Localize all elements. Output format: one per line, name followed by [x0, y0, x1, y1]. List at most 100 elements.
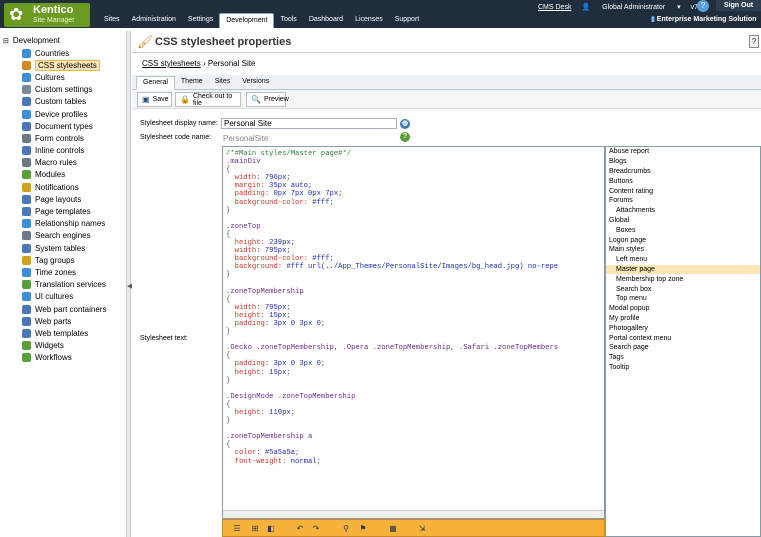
section-item-my-profile[interactable]: My profile [606, 314, 760, 324]
find-icon[interactable]: ⚲ [341, 523, 351, 534]
sidebar-item-relationship-names[interactable]: Relationship names [22, 218, 106, 230]
section-item-search-box[interactable]: Search box [606, 284, 760, 294]
globe-icon[interactable]: ◍ [400, 119, 410, 129]
code-token: ; [329, 198, 334, 207]
tab-general[interactable]: General [136, 76, 175, 90]
checkout-button[interactable]: 🔒 Check out to file [175, 92, 241, 107]
tab-theme[interactable]: Theme [175, 76, 209, 90]
code-token: ; [320, 319, 326, 328]
sidebar-item-document-types[interactable]: Document types [22, 120, 106, 132]
section-item-left-menu[interactable]: Left menu [606, 255, 760, 265]
sidebar-item-workflows[interactable]: Workflows [22, 352, 106, 364]
tabs: General Theme Sites Versions [136, 76, 275, 90]
menu-development[interactable]: Development [219, 13, 275, 28]
menu-tools[interactable]: Tools [274, 13, 302, 28]
split-view-icon[interactable]: ◧ [266, 523, 276, 534]
sidebar-item-countries[interactable]: Countries [22, 47, 106, 59]
sidebar-item-cultures[interactable]: Cultures [22, 71, 106, 83]
menu-settings[interactable]: Settings [182, 13, 219, 28]
menu-support[interactable]: Support [389, 13, 426, 28]
sidebar-item-web-part-containers[interactable]: Web part containers [22, 303, 106, 315]
section-item-forums[interactable]: Forums [606, 196, 760, 206]
sidebar-item-web-parts[interactable]: Web parts [22, 315, 106, 327]
paintbrush-icon [22, 60, 31, 70]
fullscreen-icon[interactable]: ⊞ [250, 523, 260, 534]
save-button[interactable]: ▣ Save [137, 92, 172, 107]
preview-button[interactable]: 🔍 Preview [246, 92, 289, 107]
kentico-logo[interactable]: ✿ Kentico Site Manager [4, 3, 90, 27]
sidebar-item-device-profiles[interactable]: Device profiles [22, 108, 106, 120]
section-item-search-page[interactable]: Search page [606, 343, 760, 353]
section-item-content-rating[interactable]: Content rating [606, 186, 760, 196]
section-item-buttons[interactable]: Buttons [606, 176, 760, 186]
section-item-photogallery[interactable]: Photogallery [606, 323, 760, 333]
section-item-global[interactable]: Global [606, 216, 760, 226]
code-token: padding: [226, 190, 274, 199]
sidebar-splitter[interactable]: ◀ [126, 31, 132, 537]
section-item-boxes[interactable]: Boxes [606, 225, 760, 235]
display-name-input[interactable] [221, 118, 397, 129]
sidebar-item-time-zones[interactable]: Time zones [22, 266, 106, 278]
user-menu[interactable]: 👤 Global Administrator ▾ [581, 3, 680, 11]
section-item-portal-context-menu[interactable]: Portal context menu [606, 333, 760, 343]
sidebar-item-page-layouts[interactable]: Page layouts [22, 193, 106, 205]
sidebar-item-custom-settings[interactable]: Custom settings [22, 84, 106, 96]
horizontal-scrollbar[interactable] [223, 510, 604, 518]
section-item-modal-popup[interactable]: Modal popup [606, 304, 760, 314]
replace-icon[interactable]: ⚑ [358, 523, 368, 534]
tab-sites[interactable]: Sites [209, 76, 237, 90]
sidebar-item-notifications[interactable]: Notifications [22, 181, 106, 193]
code-content[interactable]: /*#Main styles/Master page#*/.mainDiv{ w… [226, 150, 558, 466]
menu-administration[interactable]: Administration [126, 13, 182, 28]
section-item-tooltip[interactable]: Tooltip [606, 363, 760, 373]
sidebar-item-custom-tables[interactable]: Custom tables [22, 96, 106, 108]
sidebar-item-inline-controls[interactable]: Inline controls [22, 145, 106, 157]
menu-dashboard[interactable]: Dashboard [303, 13, 349, 28]
sidebar-item-css-stylesheets[interactable]: CSS stylesheets [22, 59, 106, 71]
tab-versions[interactable]: Versions [236, 76, 275, 90]
sidebar-item-search-engines[interactable]: Search engines [22, 230, 106, 242]
line-numbers-icon[interactable]: ☰ [232, 523, 242, 534]
section-item-membership-top-zone[interactable]: Membership top zone [606, 274, 760, 284]
sidebar-item-web-templates[interactable]: Web templates [22, 327, 106, 339]
goto-line-icon[interactable]: ⇲ [417, 523, 427, 534]
sign-out-button[interactable]: Sign Out [716, 0, 761, 11]
section-item-main-styles[interactable]: Main styles [606, 245, 760, 255]
section-item-logon-page[interactable]: Logon page [606, 235, 760, 245]
section-item-abuse-report[interactable]: Abuse report [606, 147, 760, 157]
section-item-tags[interactable]: Tags [606, 353, 760, 363]
format-icon[interactable]: ▦ [388, 523, 398, 534]
sidebar-item-ui-cultures[interactable]: UI cultures [22, 291, 106, 303]
paintbrush-icon: 🖌 [137, 34, 154, 49]
collapse-icon[interactable]: ⊟ [3, 37, 9, 45]
sidebar-item-macro-rules[interactable]: Macro rules [22, 157, 106, 169]
section-item-attachments[interactable]: Attachments [606, 206, 760, 216]
sidebar-item-translation-services[interactable]: Translation services [22, 279, 106, 291]
tag-icon [22, 255, 31, 265]
code-token: 0px 7px 0px 7px [273, 190, 339, 199]
sidebar-item-widgets[interactable]: Widgets [22, 340, 106, 352]
tree-root[interactable]: ⊟ Development [3, 36, 60, 45]
sidebar-item-modules[interactable]: Modules [22, 169, 106, 181]
redo-icon[interactable]: ↷ [311, 523, 321, 534]
cms-desk-link[interactable]: CMS Desk [538, 4, 571, 11]
sidebar-item-page-templates[interactable]: Page templates [22, 205, 106, 217]
breadcrumb-link[interactable]: CSS stylesheets [142, 59, 201, 68]
sidebar-item-tag-groups[interactable]: Tag groups [22, 254, 106, 266]
code-editor[interactable]: /*#Main styles/Master page#*/.mainDiv{ w… [222, 146, 605, 519]
section-item-blogs[interactable]: Blogs [606, 157, 760, 167]
menu-licenses[interactable]: Licenses [349, 13, 389, 28]
help-circle-icon[interactable]: ? [697, 0, 709, 12]
help-button[interactable]: ? [749, 35, 759, 48]
code-line: padding: 3px 0 3px 0; [226, 360, 558, 368]
sidebar-item-form-controls[interactable]: Form controls [22, 132, 106, 144]
section-item-top-menu[interactable]: Top menu [606, 294, 760, 304]
sidebar-item-system-tables[interactable]: System tables [22, 242, 106, 254]
section-item-master-page[interactable]: Master page [606, 264, 760, 275]
section-item-breadcrumbs[interactable]: Breadcrumbs [606, 167, 760, 177]
help-icon[interactable]: ? [400, 132, 410, 142]
menu-sites[interactable]: Sites [98, 13, 126, 28]
code-token: ; [286, 247, 291, 256]
code-token: { [226, 400, 231, 409]
undo-icon[interactable]: ↶ [295, 523, 305, 534]
